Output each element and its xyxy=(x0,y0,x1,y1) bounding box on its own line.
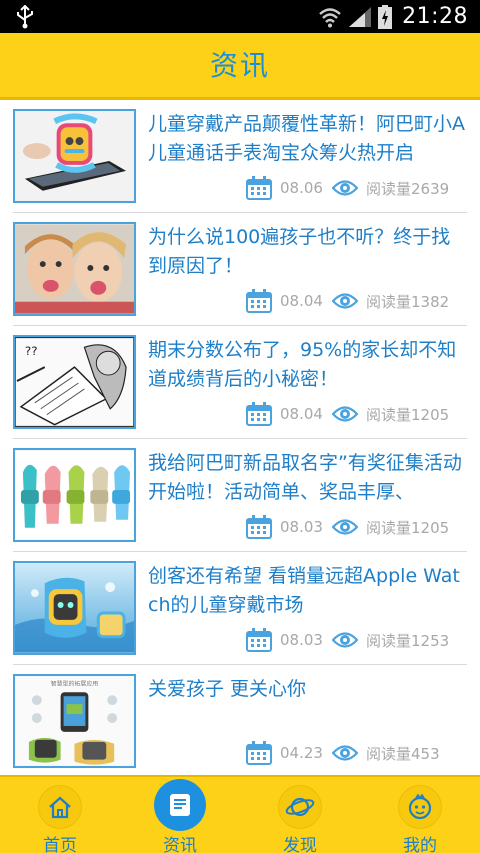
calendar-icon xyxy=(246,515,272,539)
eye-icon xyxy=(332,519,358,535)
signal-icon xyxy=(349,6,372,27)
article-views: 阅读量1205 xyxy=(366,405,450,424)
article-meta: 08.04 阅读量1205 xyxy=(246,401,449,427)
nav-label: 资讯 xyxy=(163,836,197,853)
article-thumbnail xyxy=(13,109,136,203)
title-bar: 资讯 xyxy=(0,33,480,100)
cartoon-image: ?? xyxy=(15,337,134,427)
nav-label: 首页 xyxy=(43,836,77,853)
article-thumbnail: 智慧型的拓展应用 xyxy=(13,674,136,768)
article-meta: 08.04 阅读量1382 xyxy=(246,288,449,314)
calendar-icon xyxy=(246,741,272,765)
article-title[interactable]: 创客还有希望 看销量远超Apple Watch的儿童穿戴市场 xyxy=(148,562,468,620)
article-views: 阅读量453 xyxy=(366,744,440,763)
article-thumbnail xyxy=(13,222,136,316)
status-bar: 21:28 xyxy=(0,0,480,33)
eye-icon xyxy=(332,180,358,196)
usb-icon xyxy=(17,5,33,29)
article-date: 08.03 xyxy=(280,631,323,649)
list-item[interactable]: 为什么说100遍孩子也不听？终于找到原因了！ 08.04 阅读量1382 xyxy=(0,213,480,326)
nav-label: 发现 xyxy=(283,836,317,853)
eye-icon xyxy=(332,745,358,761)
kids-image xyxy=(15,224,134,314)
face-icon[interactable] xyxy=(398,785,442,829)
infographic-image: 智慧型的拓展应用 xyxy=(15,676,134,766)
article-date: 08.04 xyxy=(280,405,323,423)
smartwatch-image xyxy=(15,111,134,201)
article-meta: 04.23 阅读量453 xyxy=(246,740,440,766)
planet-icon[interactable] xyxy=(278,785,322,829)
article-title[interactable]: 期末分数公布了，95%的家长却不知道成绩背后的小秘密！ xyxy=(148,336,468,394)
article-views: 阅读量1382 xyxy=(366,292,450,311)
article-views: 阅读量1205 xyxy=(366,518,450,537)
article-date: 08.06 xyxy=(280,179,323,197)
home-icon[interactable] xyxy=(38,785,82,829)
article-date: 08.04 xyxy=(280,292,323,310)
eye-icon xyxy=(332,632,358,648)
watches-image xyxy=(15,450,134,540)
eye-icon xyxy=(332,293,358,309)
article-date: 08.03 xyxy=(280,518,323,536)
article-meta: 08.03 阅读量1205 xyxy=(246,514,449,540)
calendar-icon xyxy=(246,628,272,652)
article-date: 04.23 xyxy=(280,744,323,762)
article-title[interactable]: 儿童穿戴产品颠覆性革新！阿巴町小A儿童通话手表淘宝众筹火热开启 xyxy=(148,110,468,168)
battery-icon xyxy=(378,4,393,29)
list-item[interactable]: ?? 期末分数公布了，95%的家长却不知道成绩背后的小秘密！ 08.04 阅读量… xyxy=(0,326,480,439)
splash-image xyxy=(15,563,134,653)
list-item[interactable]: 我给阿巴町新品取名字”有奖征集活动开始啦！活动简单、奖品丰厚、 08.03 阅读… xyxy=(0,439,480,552)
calendar-icon xyxy=(246,176,272,200)
list-item[interactable]: 儿童穿戴产品颠覆性革新！阿巴町小A儿童通话手表淘宝众筹火热开启 08.06 阅读… xyxy=(0,100,480,213)
calendar-icon xyxy=(246,289,272,313)
article-title[interactable]: 为什么说100遍孩子也不听？终于找到原因了！ xyxy=(148,223,468,281)
bottom-nav: 首页 资讯 发现 我的 xyxy=(0,775,480,853)
calendar-icon xyxy=(246,402,272,426)
wifi-icon xyxy=(319,7,341,27)
list-item[interactable]: 智慧型的拓展应用 关爱孩子 更关心你 04.23 阅读量453 xyxy=(0,665,480,775)
article-thumbnail xyxy=(13,448,136,542)
svg-text:??: ?? xyxy=(25,344,38,358)
nav-item-news[interactable]: 资讯 xyxy=(120,777,240,853)
article-title[interactable]: 我给阿巴町新品取名字”有奖征集活动开始啦！活动简单、奖品丰厚、 xyxy=(148,449,468,507)
clock: 21:28 xyxy=(402,4,468,29)
article-list[interactable]: 儿童穿戴产品颠覆性革新！阿巴町小A儿童通话手表淘宝众筹火热开启 08.06 阅读… xyxy=(0,100,480,775)
article-meta: 08.03 阅读量1253 xyxy=(246,627,449,653)
page-title: 资讯 xyxy=(209,49,270,82)
article-title[interactable]: 关爱孩子 更关心你 xyxy=(148,675,468,733)
article-meta: 08.06 阅读量2639 xyxy=(246,175,449,201)
eye-icon xyxy=(332,406,358,422)
nav-item-home[interactable]: 首页 xyxy=(0,777,120,853)
article-views: 阅读量2639 xyxy=(366,179,450,198)
image-caption: 智慧型的拓展应用 xyxy=(51,679,99,687)
list-item[interactable]: 创客还有希望 看销量远超Apple Watch的儿童穿戴市场 08.03 阅读量… xyxy=(0,552,480,665)
article-thumbnail: ?? xyxy=(13,335,136,429)
nav-item-mine[interactable]: 我的 xyxy=(360,777,480,853)
article-thumbnail xyxy=(13,561,136,655)
article-views: 阅读量1253 xyxy=(366,631,450,650)
nav-item-discover[interactable]: 发现 xyxy=(240,777,360,853)
news-icon[interactable] xyxy=(154,779,206,831)
nav-label: 我的 xyxy=(403,836,437,853)
